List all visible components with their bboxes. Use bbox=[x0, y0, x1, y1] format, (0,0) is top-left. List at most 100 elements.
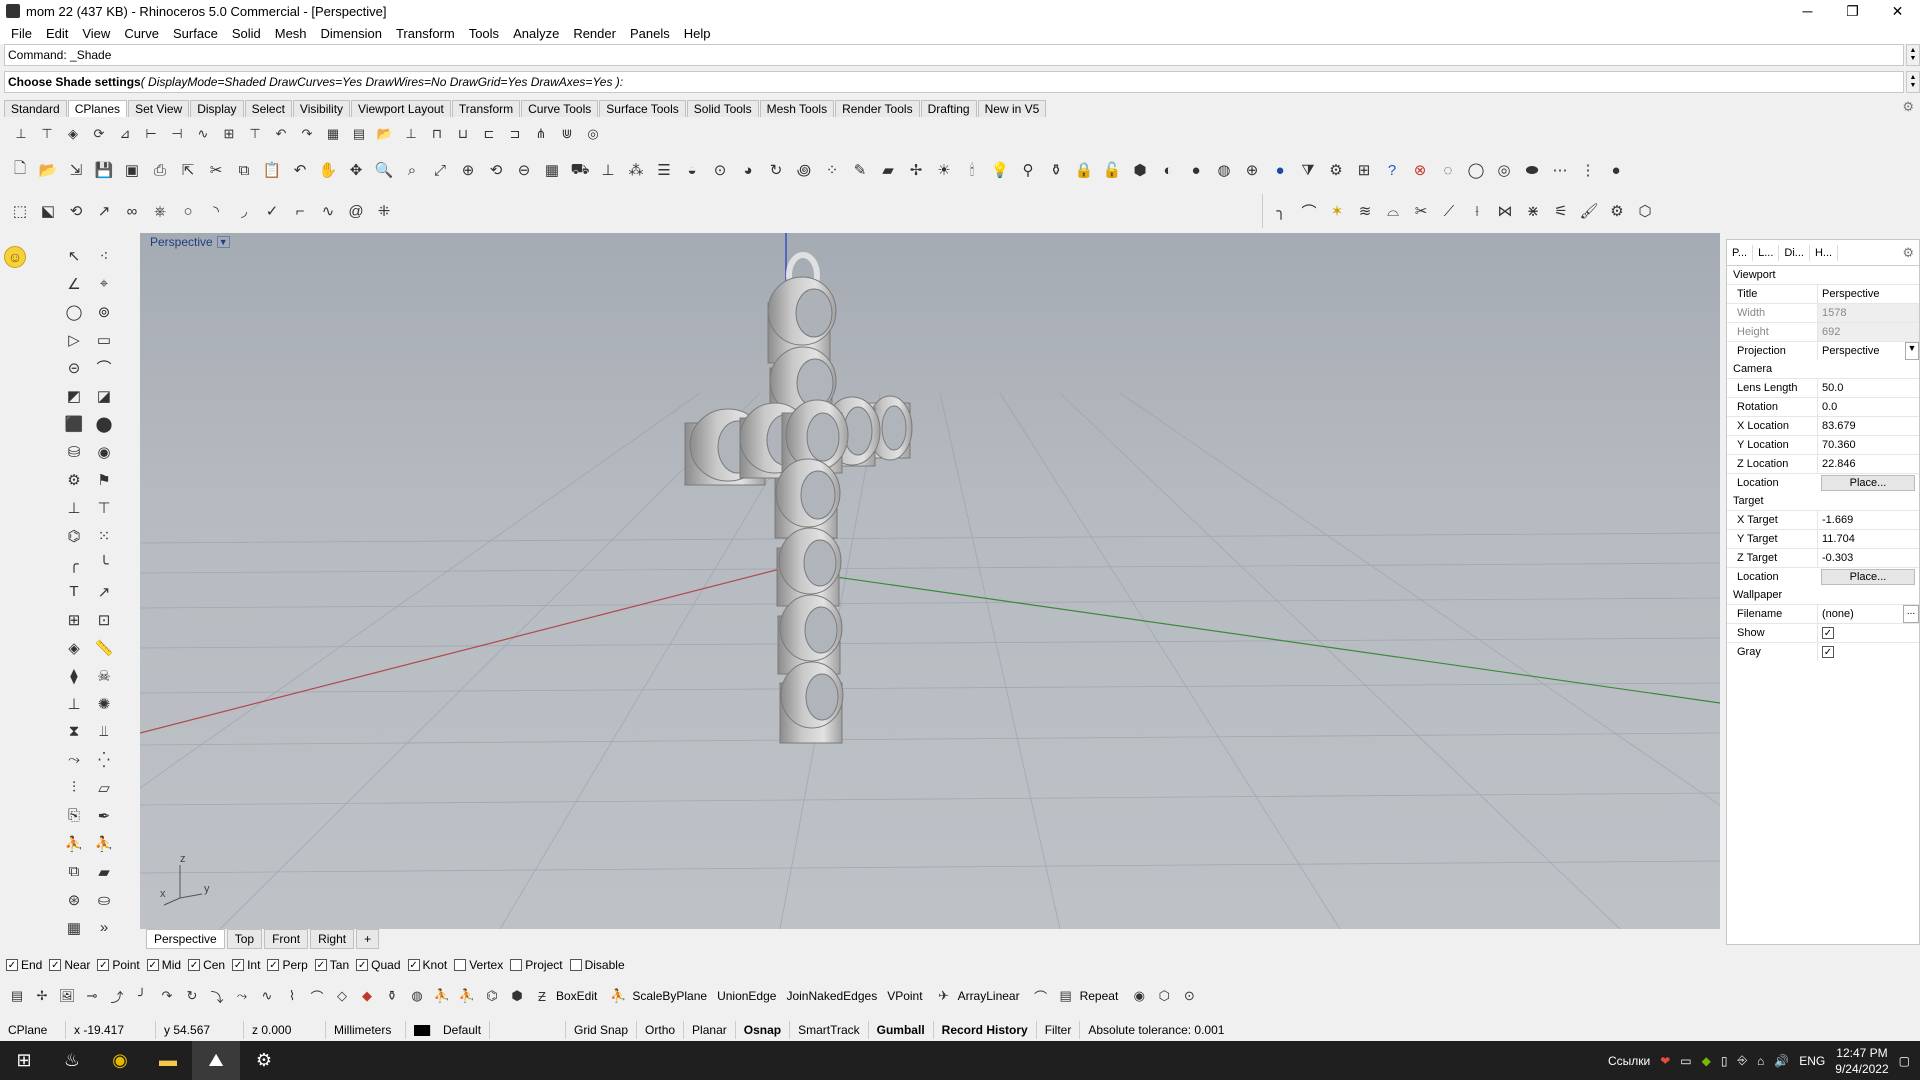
join-icon[interactable]: ⋈ bbox=[1493, 199, 1517, 223]
usb-icon[interactable]: ⎆ bbox=[1737, 1053, 1747, 1068]
spiral-curve-icon[interactable]: @ bbox=[344, 199, 368, 223]
help-icon[interactable]: ? bbox=[1380, 158, 1404, 182]
color-sphere-icon[interactable]: ◐ bbox=[1156, 158, 1180, 182]
curve-h-icon[interactable]: ⌇ bbox=[281, 984, 303, 1008]
polyline-icon[interactable]: ⌐ bbox=[288, 199, 312, 223]
windows-start-icon[interactable]: ⊞ bbox=[0, 1041, 48, 1080]
cplane-back-icon[interactable]: ⊐ bbox=[504, 123, 526, 145]
tab-surface-tools[interactable]: Surface Tools bbox=[599, 100, 686, 117]
dimension-icon[interactable]: ⊞ bbox=[1352, 158, 1376, 182]
red-shape-icon[interactable]: ◆ bbox=[356, 984, 378, 1008]
gumball-icon[interactable]: ✢ bbox=[904, 158, 928, 182]
osnap-knot[interactable]: ✓ Knot bbox=[407, 958, 447, 972]
heart-icon[interactable]: ❤ bbox=[1660, 1054, 1670, 1068]
freeform-curve-icon[interactable]: ∿ bbox=[316, 199, 340, 223]
viewport-tab-perspective[interactable]: Perspective bbox=[146, 929, 225, 949]
cplane-right-icon[interactable]: ⊔ bbox=[452, 123, 474, 145]
sphere-bottom-icon[interactable]: ◍ bbox=[406, 984, 428, 1008]
rectangle-tool-icon[interactable]: ▭ bbox=[92, 328, 116, 351]
walk-icon[interactable]: ⛹ bbox=[431, 984, 453, 1008]
osnap-project[interactable]: Project bbox=[510, 958, 563, 972]
osnap-near[interactable]: ✓ Near bbox=[49, 958, 90, 972]
fillet-curve-icon[interactable]: ╭ bbox=[62, 552, 86, 575]
dimension-tool-icon[interactable]: ↗ bbox=[92, 580, 116, 603]
viewport-tab-top[interactable]: Top bbox=[226, 929, 263, 949]
menu-analyze[interactable]: Analyze bbox=[506, 26, 566, 41]
arc-icon[interactable]: ◝ bbox=[204, 199, 228, 223]
command-prompt-options[interactable]: ( DisplayMode=Shaded DrawCurves=Yes Draw… bbox=[141, 75, 623, 89]
cplane-grid-icon[interactable]: ▦ bbox=[322, 123, 344, 145]
layers-icon[interactable]: ☰ bbox=[652, 158, 676, 182]
prop-zloc-field[interactable]: 22.846 bbox=[1817, 455, 1919, 473]
close-button[interactable]: ✕ bbox=[1875, 0, 1920, 22]
unlock-icon[interactable]: 🔓 bbox=[1100, 158, 1124, 182]
curve-b-icon[interactable]: ╯ bbox=[131, 984, 153, 1008]
fillet-icon[interactable]: ╮ bbox=[1269, 199, 1293, 223]
save-as-icon[interactable]: ▣ bbox=[120, 158, 144, 182]
tab-transform[interactable]: Transform bbox=[451, 100, 521, 117]
gray-checkbox[interactable]: ✓ bbox=[1822, 646, 1834, 659]
zoom-selected-icon[interactable]: ⊕ bbox=[456, 158, 480, 182]
snap-points-icon[interactable]: ⁛ bbox=[92, 748, 116, 771]
figure-2-icon[interactable]: ⛹ bbox=[92, 832, 116, 855]
boxedit-icon[interactable]: Ƶ bbox=[531, 984, 553, 1008]
prop-title-field[interactable]: Perspective bbox=[1817, 285, 1919, 303]
black-sphere-icon[interactable]: ● bbox=[1604, 158, 1628, 182]
figure-icon[interactable]: ⛹ bbox=[62, 832, 86, 855]
paste-icon[interactable]: 📋 bbox=[260, 158, 284, 182]
grid-tool-icon[interactable]: ▦ bbox=[62, 916, 86, 939]
menu-curve[interactable]: Curve bbox=[117, 26, 166, 41]
prop-yloc-field[interactable]: 70.360 bbox=[1817, 436, 1919, 454]
arc-2-icon[interactable]: ◞ bbox=[232, 199, 256, 223]
curve-chain-icon[interactable]: ∞ bbox=[120, 199, 144, 223]
cplane-perpendicular-icon[interactable]: ⊥ bbox=[400, 123, 422, 145]
skull-icon[interactable]: ☠ bbox=[92, 664, 116, 687]
osnap-end[interactable]: ✓ End bbox=[6, 958, 42, 972]
split-tool-icon[interactable]: ⫶ bbox=[62, 776, 86, 799]
explode-icon[interactable]: ⋇ bbox=[1521, 199, 1545, 223]
status-layer[interactable]: Default bbox=[406, 1021, 566, 1039]
viewport-menu-arrow-icon[interactable]: ▼ bbox=[216, 236, 230, 248]
minimize-button[interactable]: ─ bbox=[1785, 0, 1830, 22]
curve-edit-icon[interactable]: ↗ bbox=[92, 199, 116, 223]
cplane-undo-icon[interactable]: ↶ bbox=[270, 123, 292, 145]
osnap-cen[interactable]: ✓ Cen bbox=[188, 958, 225, 972]
page-icon[interactable]: ⎘ bbox=[62, 804, 86, 827]
status-smarttrack[interactable]: SmartTrack bbox=[790, 1021, 869, 1039]
arraylinear-icon[interactable]: ✈ bbox=[933, 984, 955, 1008]
status-gridsnap[interactable]: Grid Snap bbox=[566, 1021, 638, 1039]
more-dots-icon[interactable]: ⋮ bbox=[1576, 158, 1600, 182]
check-curve-icon[interactable]: ✓ bbox=[260, 199, 284, 223]
prop-rotation-field[interactable]: 0.0 bbox=[1817, 398, 1919, 416]
sweep-icon[interactable]: ⊤ bbox=[92, 496, 116, 519]
tab-curve-tools[interactable]: Curve Tools bbox=[521, 100, 599, 117]
gear-arrows-icon[interactable]: ⚙ bbox=[1605, 199, 1629, 223]
osnap-disable[interactable]: Disable bbox=[569, 958, 625, 972]
paint-icon[interactable]: 🖌 bbox=[1577, 199, 1601, 223]
gear-tool-icon[interactable]: ⚙ bbox=[62, 468, 86, 491]
ruler-icon[interactable]: 📏 bbox=[92, 636, 116, 659]
osnap-mid[interactable]: ✓ Mid bbox=[146, 958, 181, 972]
surface-from-curves-icon[interactable]: ◩ bbox=[62, 384, 86, 407]
tab-display[interactable]: Display bbox=[190, 100, 244, 117]
vpoint-button[interactable]: VPoint bbox=[887, 989, 922, 1003]
layers-tool-2-icon[interactable]: ▰ bbox=[92, 860, 116, 883]
mesh-sphere-icon[interactable]: ◌ bbox=[1436, 158, 1460, 182]
status-planar[interactable]: Planar bbox=[684, 1021, 736, 1039]
prop-xloc-field[interactable]: 83.679 bbox=[1817, 417, 1919, 435]
cylinder-icon[interactable]: ⛁ bbox=[62, 440, 86, 463]
array-tool-icon[interactable]: ⊞ bbox=[62, 608, 86, 631]
extrude-icon[interactable]: ⊥ bbox=[62, 496, 86, 519]
target-place-button[interactable]: Place... bbox=[1821, 569, 1915, 585]
network-icon[interactable]: ⌂ bbox=[1757, 1054, 1764, 1068]
spotlight-icon[interactable]: 🕯 bbox=[960, 158, 984, 182]
tab-cplanes[interactable]: CPlanes bbox=[67, 100, 128, 117]
menu-tools[interactable]: Tools bbox=[462, 26, 506, 41]
cplane-icon[interactable]: ⊥ bbox=[596, 158, 620, 182]
sphere-solid-icon[interactable]: ⬤ bbox=[92, 412, 116, 435]
perspective-viewport[interactable] bbox=[140, 233, 1720, 929]
chamfer-icon[interactable]: ⌓ bbox=[1381, 199, 1405, 223]
prop-lens-field[interactable]: 50.0 bbox=[1817, 379, 1919, 397]
block-tool-icon[interactable]: ⊡ bbox=[92, 608, 116, 631]
tab-set-view[interactable]: Set View bbox=[128, 100, 190, 117]
